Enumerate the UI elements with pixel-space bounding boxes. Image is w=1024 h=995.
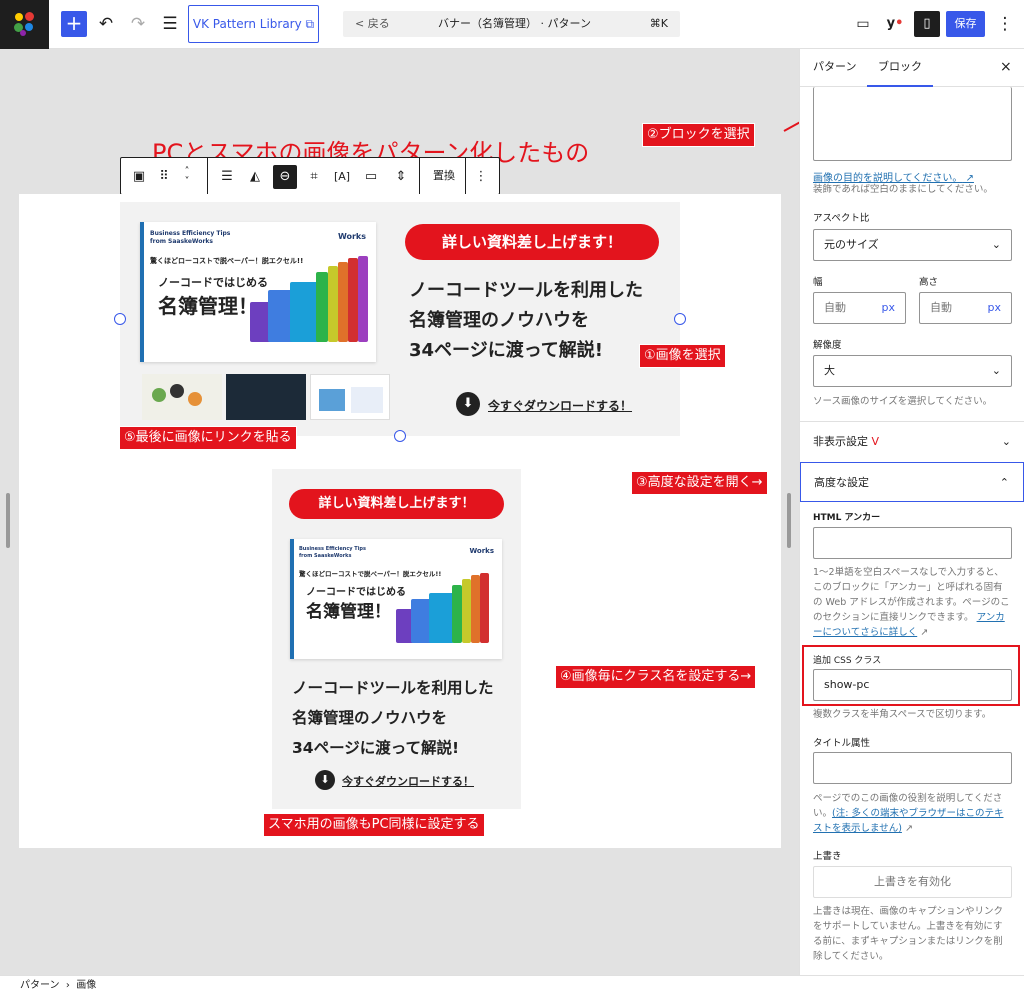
command-palette-bar[interactable]: < 戻る バナー（名簿管理） · パターン ⌘K — [343, 11, 680, 37]
enable-override-button[interactable]: 上書きを有効化 — [813, 866, 1012, 898]
cta-pill: 詳しい資料差し上げます！ — [289, 489, 504, 519]
options-menu-icon[interactable]: ⋮ — [993, 12, 1017, 36]
block-breadcrumb: パターン › 画像 — [0, 975, 1024, 995]
preview-device-icon[interactable]: ▭ — [851, 12, 875, 36]
anchor-help: 1〜2単語を空白スペースなしで入力すると、このブロックに「アンカー」と呼ばれる固… — [813, 567, 1010, 638]
height-input[interactable]: 自動 px — [919, 292, 1012, 324]
more-options-icon[interactable]: ⋮ — [471, 167, 491, 187]
link-icon[interactable]: ⊖ — [273, 165, 297, 189]
sidebar-tabs: パターン ブロック × — [800, 49, 1024, 87]
download-link-text: 今すぐダウンロードする！ — [342, 775, 474, 788]
sp-banner-image[interactable]: 詳しい資料差し上げます！ Business Efficiency Tips fr… — [272, 469, 521, 809]
cta-pill: 詳しい資料差し上げます！ — [405, 224, 659, 260]
resize-handle-icon[interactable] — [114, 313, 126, 325]
vk-pattern-library-button[interactable]: VK Pattern Library ⧉ — [188, 5, 319, 43]
document-overview-icon[interactable]: ☰ — [158, 12, 182, 36]
alt-text-input[interactable] — [813, 87, 1012, 161]
close-icon[interactable]: × — [1000, 49, 1012, 87]
download-link-text: 今すぐダウンロードする！ — [488, 399, 633, 413]
yoast-seo-icon[interactable]: y• — [883, 12, 907, 36]
back-link[interactable]: < 戻る — [355, 11, 390, 37]
caption-icon[interactable]: ▭ — [361, 167, 381, 187]
title-attr-label: タイトル属性 — [813, 738, 871, 749]
align-icon[interactable]: ☰ — [217, 167, 237, 187]
redo-icon[interactable]: ↷ — [126, 12, 150, 36]
aspect-ratio-select[interactable]: 元のサイズ ⌄ — [813, 229, 1012, 261]
title-attr-input[interactable] — [813, 752, 1012, 784]
settings-sidebar: パターン ブロック × 画像の目的を説明してください。 ↗ 装飾であれば空白のま… — [799, 49, 1024, 975]
save-button[interactable]: 保存 — [946, 11, 985, 37]
override-label: 上書き — [813, 851, 842, 862]
download-icon: ⬇ — [456, 392, 480, 416]
document-thumbnail: Business Efficiency Tips from SaaskeWork… — [140, 222, 376, 362]
preview-thumbnail-2 — [226, 374, 306, 420]
download-icon: ⬇ — [315, 770, 335, 790]
alt-text-help: 装飾であれば空白のままにしてください。 — [813, 184, 993, 195]
editor-canvas: PCとスマホの画像をパターン化したもの ▣ ⠿ ˄ ˅ ☰ ◭ ⊖ ⌗ [A] ▭… — [0, 49, 870, 975]
banner-body-text: ノーコードツールを利用した 名簿管理のノウハウを 34ページに渡って解説! — [292, 679, 494, 757]
annotation-sp-same: スマホ用の画像もPC同様に設定する — [263, 813, 485, 837]
aspect-ratio-label: アスペクト比 — [813, 213, 870, 224]
shortcut-hint: ⌘K — [649, 17, 668, 30]
annotation-select-image: ①画像を選択 — [639, 344, 726, 368]
block-toolbar: ▣ ⠿ ˄ ˅ ☰ ◭ ⊖ ⌗ [A] ▭ ⇕ 置換 ⋮ — [120, 157, 500, 195]
tab-pattern[interactable]: パターン — [813, 49, 856, 87]
title-attr-note-link[interactable]: (注: 多くの端末やブラウザーはこのテキストを表示しません) — [813, 808, 1003, 834]
works-logo: Works — [469, 547, 494, 555]
advanced-panel-toggle[interactable]: 高度な設定 ⌃ — [800, 462, 1024, 502]
crop-icon[interactable]: ⌗ — [304, 167, 324, 187]
width-input[interactable]: 自動 px — [813, 292, 906, 324]
works-logo: Works — [337, 232, 366, 241]
breadcrumb-pattern[interactable]: パターン — [20, 980, 60, 991]
resize-handle-right[interactable] — [787, 493, 791, 548]
annotation-set-class: ④画像毎にクラス名を設定する→ — [555, 665, 757, 689]
tab-block[interactable]: ブロック — [867, 49, 933, 87]
banner-body-text: ノーコードツールを利用した 名簿管理のノウハウを 34ページに渡って解説! — [409, 280, 643, 361]
override-help: 上書きは現在、画像のキャプションやリンクをサポートしていません。上書きを有効にす… — [813, 906, 1004, 962]
preview-thumbnail-1 — [142, 374, 222, 420]
annotation-open-advanced: ③高度な設定を開く→ — [631, 471, 768, 495]
pc-banner-image[interactable]: Business Efficiency Tips from SaaskeWork… — [120, 202, 680, 436]
preview-thumbnail-3 — [310, 374, 390, 420]
html-anchor-input[interactable] — [813, 527, 1012, 559]
html-anchor-label: HTML アンカー — [813, 513, 881, 523]
css-class-input[interactable]: show-pc — [813, 669, 1012, 701]
annotation-select-block: ②ブロックを選択 — [642, 123, 755, 147]
title-attr-help: ページでのこの画像の役割を説明してください。(注: 多くの端末やブラウザーはこの… — [813, 793, 1004, 834]
height-label: 高さ — [919, 277, 939, 288]
site-logo-icon[interactable] — [0, 0, 49, 49]
undo-icon[interactable]: ↶ — [94, 12, 118, 36]
width-label: 幅 — [813, 277, 823, 288]
duotone-filter-icon[interactable]: ◭ — [245, 167, 265, 187]
drag-handle-icon[interactable]: ⠿ — [154, 167, 174, 187]
text-overlay-icon[interactable]: [A] — [332, 167, 352, 187]
resize-handle-icon[interactable] — [394, 430, 406, 442]
image-block-icon[interactable]: ▣ — [129, 167, 149, 187]
settings-sidebar-toggle-icon[interactable]: ▯ — [914, 11, 940, 37]
annotation-link-image: ⑤最後に画像にリンクを貼る — [119, 426, 297, 450]
document-title: バナー（名簿管理） · パターン — [438, 17, 591, 30]
move-up-down-icon[interactable]: ˄ ˅ — [177, 167, 197, 187]
resolution-label: 解像度 — [813, 340, 842, 351]
document-thumbnail: Business Efficiency Tips from SaaskeWork… — [290, 539, 502, 659]
css-class-help: 複数クラスを半角スペースで区切ります。 — [813, 709, 992, 720]
resize-handle-icon[interactable] — [674, 313, 686, 325]
breadcrumb-image[interactable]: 画像 — [76, 980, 96, 991]
resolution-help: ソース画像のサイズを選択してください。 — [813, 396, 993, 407]
resolution-select[interactable]: 大 ⌄ — [813, 355, 1012, 387]
hidden-settings-panel[interactable]: 非表示設定 V ⌄ — [800, 421, 1024, 461]
editor-top-bar: + ↶ ↷ ☰ VK Pattern Library ⧉ < 戻る バナー（名簿… — [0, 0, 1024, 49]
resize-handle-left[interactable] — [6, 493, 10, 548]
folders-illustration — [250, 252, 370, 342]
css-class-label: 追加 CSS クラス — [813, 656, 882, 666]
height-adjust-icon[interactable]: ⇕ — [391, 167, 411, 187]
block-inserter-button[interactable]: + — [61, 11, 87, 37]
replace-button[interactable]: 置換 — [426, 158, 462, 194]
